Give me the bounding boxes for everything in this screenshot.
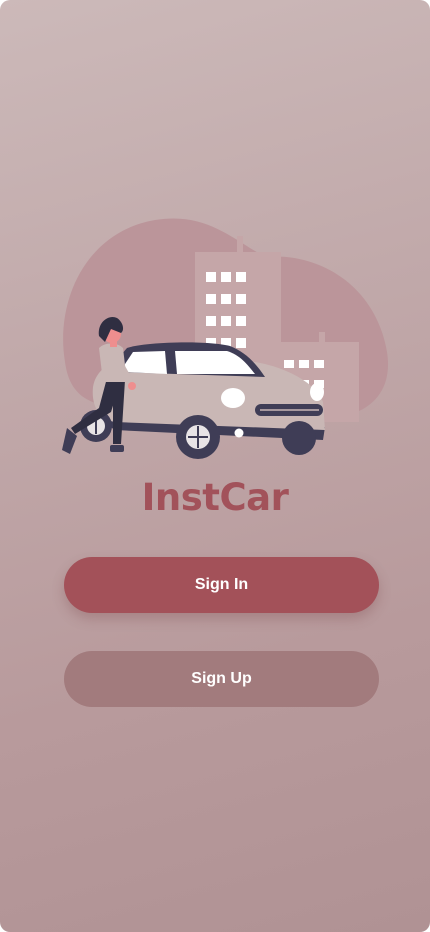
sign-up-button[interactable]: Sign Up (64, 651, 379, 707)
app-title: InstCar (141, 476, 289, 519)
welcome-screen: InstCar Sign In Sign Up (0, 0, 430, 932)
car-illustration (62, 218, 389, 459)
sign-in-button[interactable]: Sign In (64, 557, 379, 613)
hero-illustration (55, 212, 395, 472)
